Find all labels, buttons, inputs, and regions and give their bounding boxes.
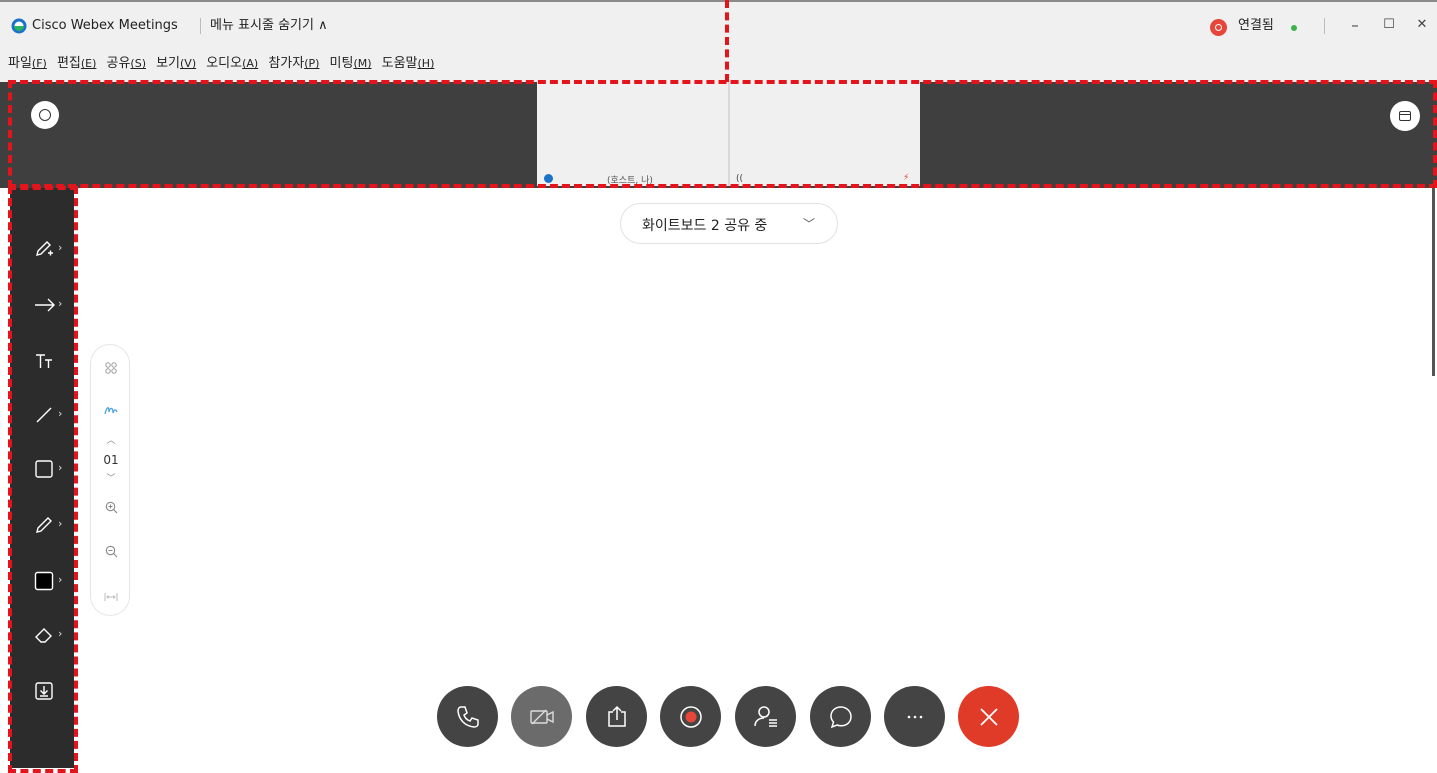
save-whiteboard-button[interactable]: [34, 676, 68, 706]
minimize-button[interactable]: –: [1344, 14, 1366, 36]
webex-avatar-icon: [544, 174, 553, 183]
hide-menu-bar-toggle[interactable]: 메뉴 표시줄 숨기기 ∧: [210, 18, 328, 34]
fit-width-icon: [104, 593, 118, 601]
grid-icon: [105, 362, 117, 374]
pen-plus-icon: [36, 241, 53, 256]
menu-audio[interactable]: 오디오(A): [206, 52, 258, 71]
menu-edit[interactable]: 편집(E): [57, 52, 96, 71]
text-tool-button[interactable]: [34, 346, 68, 376]
arrow-tool-button[interactable]: ›: [34, 290, 68, 320]
record-icon: [680, 706, 702, 728]
end-call-icon: [980, 708, 998, 726]
webex-window: Cisco Webex Meetings 메뉴 표시줄 숨기기 ∧ 연결됨 – …: [0, 0, 1437, 773]
rectangle-icon: [35, 460, 53, 478]
video-tile-remote[interactable]: (( ⚡: [730, 82, 920, 186]
participants-icon: [754, 706, 777, 727]
color-swatch-icon: [34, 571, 54, 591]
more-options-button[interactable]: [884, 686, 945, 747]
chevron-right-icon: ›: [58, 627, 63, 640]
share-icon: [608, 705, 626, 727]
eraser-tool-button[interactable]: ›: [34, 620, 68, 650]
save-icon: [35, 682, 53, 700]
highlighter-tool-button[interactable]: ›: [34, 510, 68, 540]
zoom-in-icon: [105, 501, 117, 514]
host-label: (호스트, 나): [607, 176, 653, 186]
chat-button[interactable]: [810, 686, 871, 747]
line-icon: [36, 407, 52, 423]
menu-file[interactable]: 파일(F): [8, 52, 47, 71]
menu-bar: 파일(F) 편집(E) 공유(S) 보기(V) 오디오(A) 참가자(P) 미팅…: [8, 52, 439, 74]
ink-icon: [104, 407, 118, 415]
more-icon: [907, 715, 923, 719]
video-button[interactable]: [511, 686, 572, 747]
layout-button[interactable]: [1390, 101, 1420, 131]
page-up-icon[interactable]: ︿: [91, 433, 131, 446]
menu-view[interactable]: 보기(V): [156, 52, 196, 71]
chevron-right-icon: ›: [58, 297, 63, 310]
scrollbar[interactable]: [1432, 188, 1435, 376]
participants-button[interactable]: [735, 686, 796, 747]
zoom-out-icon: [105, 545, 117, 558]
zoom-in-button[interactable]: [91, 499, 131, 518]
zoom-panel: ︿ 01 ﹀: [90, 344, 130, 616]
pen-tool-button[interactable]: ›: [34, 234, 68, 264]
line-tool-button[interactable]: ›: [34, 400, 68, 430]
fit-width-button[interactable]: [91, 587, 131, 606]
status-divider: [1324, 18, 1325, 34]
shape-tool-button[interactable]: ›: [34, 454, 68, 484]
chevron-right-icon: ›: [58, 573, 63, 586]
webex-logo-icon: [11, 18, 27, 34]
zoom-out-button[interactable]: [91, 543, 131, 562]
connection-status: 연결됨: [1238, 18, 1274, 33]
layout-icon: [1399, 111, 1411, 121]
meeting-info-button[interactable]: [31, 101, 59, 129]
video-tile-self[interactable]: (호스트, 나): [537, 82, 728, 186]
eraser-icon: [35, 628, 52, 643]
end-call-button[interactable]: [958, 686, 1019, 747]
page-down-icon[interactable]: ﹀: [91, 471, 131, 484]
ink-button[interactable]: [91, 401, 131, 420]
title-divider: [200, 18, 201, 34]
thumbnails-button[interactable]: [91, 359, 131, 378]
audio-icon: ((: [736, 174, 744, 184]
color-picker-button[interactable]: ›: [34, 566, 68, 596]
phone-icon: [457, 706, 479, 728]
video-off-icon: [530, 709, 554, 725]
chat-icon: [830, 706, 852, 729]
connected-dot-icon: [1291, 25, 1297, 31]
pencil-icon: [36, 517, 52, 533]
chevron-right-icon: ›: [58, 407, 63, 420]
arrow-icon: [35, 298, 55, 312]
chevron-right-icon: ›: [58, 461, 63, 474]
text-icon: [36, 354, 52, 368]
sharing-label: 화이트보드 2 공유 중: [642, 218, 768, 234]
chevron-right-icon: ›: [58, 241, 63, 254]
whiteboard-toolbar: › › › › › › ›: [10, 188, 74, 768]
title-bar: Cisco Webex Meetings 메뉴 표시줄 숨기기 ∧ 연결됨 – …: [0, 0, 1437, 82]
recording-indicator-icon: [1210, 19, 1227, 36]
app-title: Cisco Webex Meetings: [32, 18, 178, 33]
menu-share[interactable]: 공유(S): [107, 52, 147, 71]
close-button[interactable]: ✕: [1411, 14, 1433, 36]
info-icon: [39, 109, 51, 121]
title-row: Cisco Webex Meetings 메뉴 표시줄 숨기기 ∧ 연결됨 – …: [0, 4, 1437, 44]
menu-meeting[interactable]: 미팅(M): [330, 52, 372, 71]
menu-participants[interactable]: 참가자(P): [268, 52, 319, 71]
record-button[interactable]: [660, 686, 721, 747]
menu-help[interactable]: 도움말(H): [382, 52, 435, 71]
chevron-right-icon: ›: [58, 517, 63, 530]
chevron-down-icon: ﹀: [803, 217, 816, 231]
share-button[interactable]: [586, 686, 647, 747]
muted-icon: ⚡: [903, 173, 910, 183]
page-number: 01: [103, 453, 119, 467]
maximize-button[interactable]: ☐: [1378, 14, 1400, 36]
sharing-indicator[interactable]: 화이트보드 2 공유 중 ﹀: [620, 203, 838, 244]
audio-button[interactable]: [437, 686, 498, 747]
